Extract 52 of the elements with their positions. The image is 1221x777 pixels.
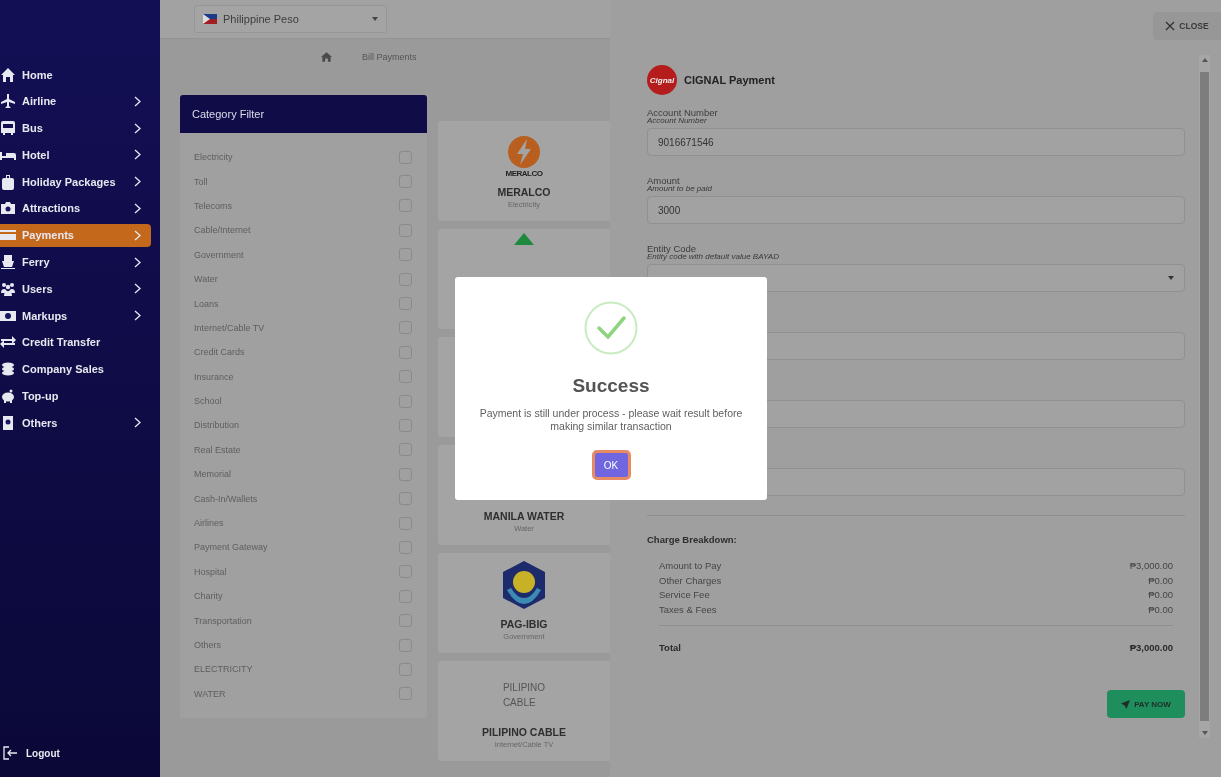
category-label: Credit Cards — [194, 347, 245, 358]
section-title: Charge Breakdown: — [647, 534, 738, 545]
charge-amount: ₱3,000.00 — [1129, 560, 1173, 573]
panel-title: CIGNAL Payment — [684, 74, 775, 86]
brand-logo: Cignal — [647, 65, 677, 95]
charge-label: Service Fee — [659, 589, 710, 602]
category-label: Telecoms — [194, 200, 232, 211]
category-label: Payment Gateway — [194, 542, 268, 553]
category-label: ELECTRICITY — [194, 664, 253, 675]
category-label: Toll — [194, 176, 208, 187]
biller-name: MERALCO — [497, 186, 551, 198]
category-label: Internet/Cable TV — [194, 322, 265, 333]
field-label: Amount — [647, 175, 681, 186]
field-hint: Account Number — [647, 118, 708, 123]
category-label: Government — [194, 249, 244, 260]
field-label: Account Number — [647, 107, 719, 118]
category-label: Insurance — [194, 371, 234, 382]
category-label: Others — [194, 640, 221, 650]
total-label: Total — [659, 642, 681, 653]
category-label: Electricity — [194, 152, 233, 163]
biller-name: PAG-IBIG — [500, 618, 548, 630]
category-label: Real Estate — [194, 444, 241, 455]
total-amount: ₱3,000.00 — [1129, 642, 1173, 653]
logo-text: CABLE — [502, 696, 537, 710]
charge-label: Taxes & Fees — [659, 603, 717, 617]
biller-name: PILIPINO CABLE — [482, 726, 566, 738]
charge-amount: ₱0.00 — [1148, 574, 1173, 588]
category-filter-header: Category Filter — [180, 95, 427, 133]
logo-text: PILIPINO — [502, 681, 546, 695]
charge-label: Amount to Pay — [659, 560, 722, 573]
category-label: School — [194, 396, 222, 407]
category-label: Charity — [194, 591, 223, 602]
category-label: Distribution — [194, 420, 240, 431]
dialog-message: Payment is still under process - please wait result before making similar transaction — [478, 407, 744, 433]
field-label: Entity Code — [647, 243, 698, 254]
charge-amount: ₱0.00 — [1148, 603, 1173, 617]
dialog-title: Success — [572, 375, 650, 397]
charge-label: Other Charges — [659, 574, 722, 588]
category-label: Loans — [194, 298, 219, 309]
category-label: Water — [194, 274, 218, 285]
field-hint: Amount to be paid — [647, 186, 713, 191]
field-hint: Entity code with default value BAYAD — [647, 254, 780, 259]
biller-name: MANILA WATER — [483, 510, 565, 522]
logo-wordmark: MERALCO — [505, 169, 543, 178]
category-label: Cable/Internet — [194, 225, 251, 236]
category-label: Cash-In/Wallets — [194, 493, 258, 504]
charge-amount: ₱0.00 — [1148, 589, 1173, 602]
category-label: Airlines — [194, 518, 224, 529]
category-label: WATER — [194, 688, 226, 699]
category-label: Transportation — [194, 615, 252, 626]
category-label: Memorial — [194, 469, 231, 480]
breadcrumb-item: Bill Payments — [362, 52, 417, 62]
